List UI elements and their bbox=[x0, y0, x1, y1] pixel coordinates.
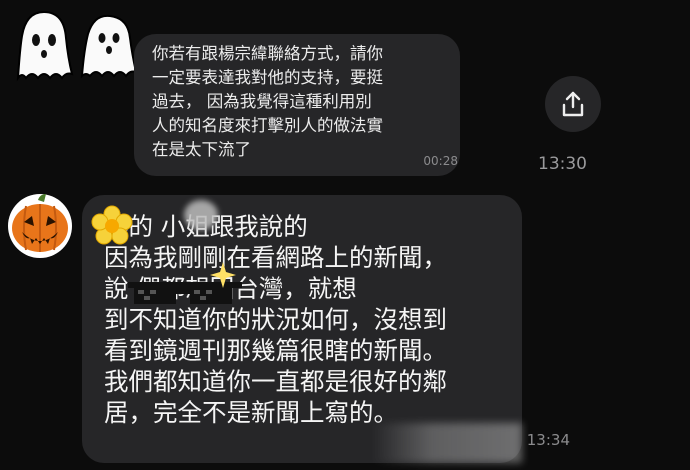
share-button[interactable] bbox=[545, 76, 601, 132]
ghost-icon bbox=[16, 10, 74, 82]
blurred-emoji bbox=[184, 200, 218, 230]
message-text: 你若有跟楊宗緯聯絡方式，請你 一定要表達我對他的支持，要挺 過去， 因為我覺得這… bbox=[152, 44, 383, 159]
send-time: 13:30 bbox=[538, 154, 587, 174]
ghost-icon bbox=[80, 14, 138, 79]
message-bubble-received[interactable]: 你若有跟楊宗緯聯絡方式，請你 一定要表達我對他的支持，要挺 過去， 因為我覺得這… bbox=[134, 34, 460, 176]
message-bubble-received[interactable]: 樓的 小姐跟我說的 因為我剛剛在看網路上的新聞， 說 們都想回台灣，就想 到不知… bbox=[82, 195, 570, 463]
message-timestamp: 13:34 bbox=[526, 431, 570, 449]
sparkle-icon bbox=[210, 262, 236, 288]
flower-sticker bbox=[91, 205, 133, 245]
message-timestamp: 00:28 bbox=[423, 154, 458, 168]
watermark-blur bbox=[372, 423, 522, 463]
share-icon bbox=[562, 91, 584, 117]
jack-o-lantern-icon bbox=[8, 194, 72, 258]
message-text: 樓的 小姐跟我說的 因為我剛剛在看網路上的新聞， 說 們都想回台灣，就想 到不知… bbox=[104, 212, 447, 427]
